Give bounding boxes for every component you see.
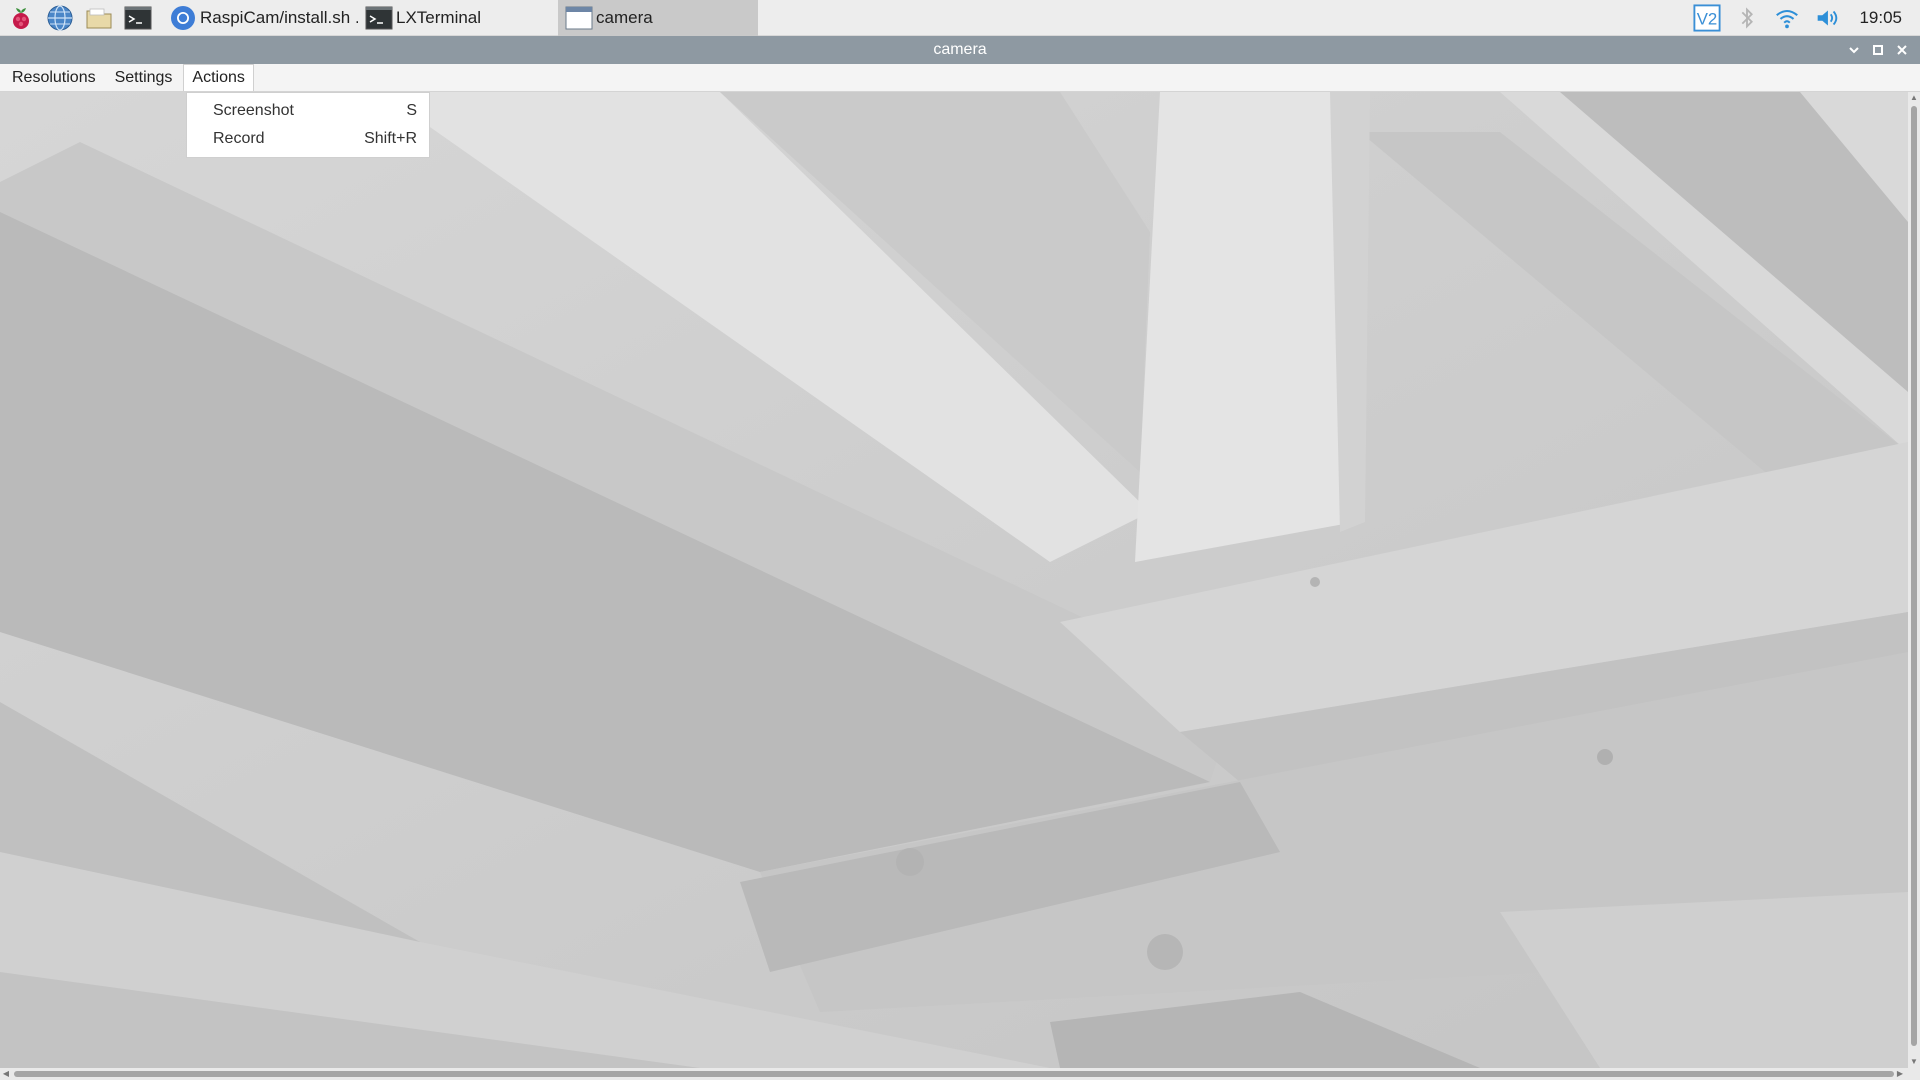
bluetooth-tray-button[interactable] — [1729, 0, 1765, 36]
window-titlebar[interactable]: camera — [0, 36, 1920, 64]
task-label: RaspiCam/install.sh ... — [200, 7, 358, 27]
window-title: camera — [933, 41, 987, 58]
wifi-icon — [1776, 9, 1799, 29]
minimize-button[interactable] — [1842, 38, 1866, 62]
speaker-icon — [1818, 10, 1838, 26]
task-lxterminal[interactable]: LXTerminal — [358, 0, 558, 36]
menu-item-shortcut: Shift+R — [364, 130, 417, 147]
terminal-icon — [365, 6, 393, 29]
actions-dropdown-menu: Screenshot S Record Shift+R — [186, 92, 430, 158]
maximize-icon — [1873, 45, 1883, 55]
window-icon — [565, 6, 593, 29]
menu-item-label: Screenshot — [213, 102, 294, 119]
folder-icon — [86, 8, 112, 28]
vnc-tray-button[interactable]: V2 — [1689, 0, 1725, 36]
task-label: LXTerminal — [396, 7, 482, 27]
scroll-right-arrow-icon[interactable]: ▶ — [1894, 1068, 1906, 1080]
raspberry-menu-icon — [13, 7, 29, 29]
horizontal-scroll-thumb[interactable] — [14, 1071, 1894, 1077]
terminal-launcher[interactable] — [120, 0, 156, 36]
menu-item-shortcut: S — [406, 102, 417, 119]
camera-window: camera Resolutions Settings Actions ▲ ▼ … — [0, 36, 1920, 1080]
scroll-up-arrow-icon[interactable]: ▲ — [1908, 92, 1920, 104]
taskbar: RaspiCam/install.sh ... LXTerminal camer… — [0, 0, 1920, 36]
task-camera[interactable]: camera — [558, 0, 758, 36]
system-tray: V2 19:05 — [1687, 0, 1920, 36]
bluetooth-icon — [1742, 7, 1754, 29]
menu-bar: Resolutions Settings Actions — [0, 64, 1920, 92]
raspberry-menu-button[interactable] — [3, 0, 39, 36]
scroll-left-arrow-icon[interactable]: ◀ — [0, 1068, 12, 1080]
chevron-down-icon — [1849, 47, 1859, 54]
maximize-button[interactable] — [1866, 38, 1890, 62]
close-icon — [1897, 45, 1907, 55]
task-raspicam-install[interactable]: RaspiCam/install.sh ... — [162, 0, 358, 36]
camera-feed-image — [0, 92, 1908, 1068]
menu-resolutions[interactable]: Resolutions — [4, 65, 104, 91]
wifi-tray-button[interactable] — [1769, 0, 1805, 36]
vnc-icon: V2 — [1693, 4, 1721, 32]
vertical-scrollbar[interactable]: ▲ ▼ — [1908, 92, 1920, 1068]
globe-icon — [47, 4, 73, 31]
menu-settings[interactable]: Settings — [107, 65, 181, 91]
menu-actions[interactable]: Actions — [183, 64, 254, 91]
horizontal-scrollbar[interactable]: ◀ ▶ — [0, 1068, 1920, 1080]
menu-item-record[interactable]: Record Shift+R — [187, 125, 429, 153]
scroll-down-arrow-icon[interactable]: ▼ — [1908, 1056, 1920, 1068]
terminal-icon — [124, 6, 152, 29]
window-controls — [1842, 36, 1914, 64]
vnc-label: V2 — [1697, 10, 1718, 29]
vertical-scroll-thumb[interactable] — [1911, 106, 1917, 1046]
camera-preview — [0, 92, 1908, 1068]
menu-item-screenshot[interactable]: Screenshot S — [187, 97, 429, 125]
menu-item-label: Record — [213, 130, 265, 147]
volume-tray-button[interactable] — [1809, 0, 1845, 36]
clock[interactable]: 19:05 — [1847, 8, 1920, 28]
chromium-icon — [171, 5, 195, 30]
close-button[interactable] — [1890, 38, 1914, 62]
file-manager-launcher[interactable] — [81, 0, 117, 36]
web-browser-launcher[interactable] — [42, 0, 78, 36]
task-label: camera — [596, 7, 653, 27]
